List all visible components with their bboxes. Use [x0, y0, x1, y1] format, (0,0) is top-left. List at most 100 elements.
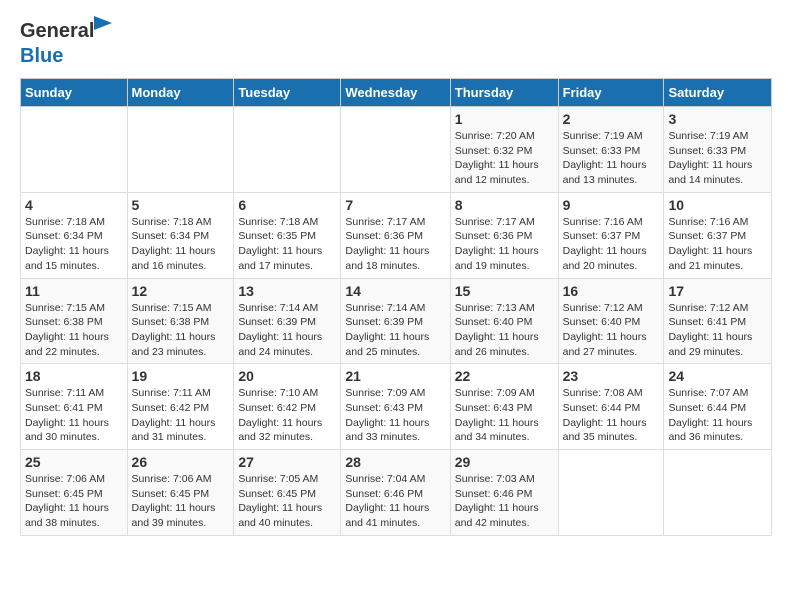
day-info: Sunrise: 7:18 AM Sunset: 6:34 PM Dayligh…	[132, 215, 230, 274]
day-info: Sunrise: 7:03 AM Sunset: 6:46 PM Dayligh…	[455, 472, 554, 531]
day-info: Sunrise: 7:05 AM Sunset: 6:45 PM Dayligh…	[238, 472, 336, 531]
day-number: 9	[563, 197, 660, 213]
day-number: 26	[132, 454, 230, 470]
logo-blue-text: Blue	[20, 45, 63, 67]
calendar-cell	[341, 107, 450, 193]
day-number: 23	[563, 368, 660, 384]
calendar-cell: 26 Sunrise: 7:06 AM Sunset: 6:45 PM Dayli…	[127, 450, 234, 536]
day-info: Sunrise: 7:12 AM Sunset: 6:41 PM Dayligh…	[668, 301, 767, 360]
day-info: Sunrise: 7:15 AM Sunset: 6:38 PM Dayligh…	[25, 301, 123, 360]
calendar-cell: 5 Sunrise: 7:18 AM Sunset: 6:34 PM Daylig…	[127, 192, 234, 278]
calendar-cell	[664, 450, 772, 536]
day-info: Sunrise: 7:18 AM Sunset: 6:35 PM Dayligh…	[238, 215, 336, 274]
calendar-cell	[21, 107, 128, 193]
calendar-week-3: 11 Sunrise: 7:15 AM Sunset: 6:38 PM Dayli…	[21, 278, 772, 364]
calendar-cell: 7Sunrise: 7:17 AM Sunset: 6:36 PM Daylig…	[341, 192, 450, 278]
column-header-wednesday: Wednesday	[341, 79, 450, 107]
day-number: 20	[238, 368, 336, 384]
day-number: 17	[668, 283, 767, 299]
day-number: 28	[345, 454, 445, 470]
day-number: 2	[563, 111, 660, 127]
calendar-cell: 25 Sunrise: 7:06 AM Sunset: 6:45 PM Dayli…	[21, 450, 128, 536]
day-info: Sunrise: 7:12 AM Sunset: 6:40 PM Dayligh…	[563, 301, 660, 360]
calendar-cell: 11 Sunrise: 7:15 AM Sunset: 6:38 PM Dayli…	[21, 278, 128, 364]
day-info: Sunrise: 7:06 AM Sunset: 6:45 PM Dayligh…	[132, 472, 230, 531]
calendar-cell: 17 Sunrise: 7:12 AM Sunset: 6:41 PM Dayli…	[664, 278, 772, 364]
calendar-cell	[558, 450, 664, 536]
logo: General Blue	[20, 20, 94, 68]
day-info: Sunrise: 7:20 AM Sunset: 6:32 PM Dayligh…	[455, 129, 554, 188]
day-info: Sunrise: 7:15 AM Sunset: 6:38 PM Dayligh…	[132, 301, 230, 360]
day-info: Sunrise: 7:08 AM Sunset: 6:44 PM Dayligh…	[563, 386, 660, 445]
day-info: Sunrise: 7:07 AM Sunset: 6:44 PM Dayligh…	[668, 386, 767, 445]
day-info: Sunrise: 7:17 AM Sunset: 6:36 PM Dayligh…	[455, 215, 554, 274]
calendar-cell	[234, 107, 341, 193]
day-number: 6	[238, 197, 336, 213]
day-info: Sunrise: 7:14 AM Sunset: 6:39 PM Dayligh…	[238, 301, 336, 360]
day-number: 21	[345, 368, 445, 384]
column-header-friday: Friday	[558, 79, 664, 107]
calendar-cell: 12 Sunrise: 7:15 AM Sunset: 6:38 PM Dayli…	[127, 278, 234, 364]
day-number: 5	[132, 197, 230, 213]
day-info: Sunrise: 7:18 AM Sunset: 6:34 PM Dayligh…	[25, 215, 123, 274]
calendar-week-2: 4 Sunrise: 7:18 AM Sunset: 6:34 PM Daylig…	[21, 192, 772, 278]
day-info: Sunrise: 7:19 AM Sunset: 6:33 PM Dayligh…	[563, 129, 660, 188]
calendar-cell: 14Sunrise: 7:14 AM Sunset: 6:39 PM Dayli…	[341, 278, 450, 364]
day-number: 4	[25, 197, 123, 213]
calendar-cell: 20 Sunrise: 7:10 AM Sunset: 6:42 PM Dayli…	[234, 364, 341, 450]
day-info: Sunrise: 7:09 AM Sunset: 6:43 PM Dayligh…	[455, 386, 554, 445]
column-header-thursday: Thursday	[450, 79, 558, 107]
calendar-week-4: 18 Sunrise: 7:11 AM Sunset: 6:41 PM Dayli…	[21, 364, 772, 450]
day-info: Sunrise: 7:16 AM Sunset: 6:37 PM Dayligh…	[563, 215, 660, 274]
day-info: Sunrise: 7:09 AM Sunset: 6:43 PM Dayligh…	[345, 386, 445, 445]
calendar-cell: 13 Sunrise: 7:14 AM Sunset: 6:39 PM Dayli…	[234, 278, 341, 364]
day-number: 13	[238, 283, 336, 299]
calendar-cell: 6 Sunrise: 7:18 AM Sunset: 6:35 PM Daylig…	[234, 192, 341, 278]
calendar-cell: 9 Sunrise: 7:16 AM Sunset: 6:37 PM Daylig…	[558, 192, 664, 278]
day-number: 10	[668, 197, 767, 213]
calendar-week-1: 1 Sunrise: 7:20 AM Sunset: 6:32 PM Daylig…	[21, 107, 772, 193]
day-number: 18	[25, 368, 123, 384]
day-number: 27	[238, 454, 336, 470]
calendar-cell	[127, 107, 234, 193]
logo-arrow-icon	[94, 16, 112, 30]
logo-general-text: General	[20, 20, 94, 42]
day-number: 15	[455, 283, 554, 299]
day-number: 22	[455, 368, 554, 384]
page-header: General Blue	[20, 20, 772, 68]
day-number: 1	[455, 111, 554, 127]
calendar-cell: 18 Sunrise: 7:11 AM Sunset: 6:41 PM Dayli…	[21, 364, 128, 450]
calendar-header-row: SundayMondayTuesdayWednesdayThursdayFrid…	[21, 79, 772, 107]
day-info: Sunrise: 7:16 AM Sunset: 6:37 PM Dayligh…	[668, 215, 767, 274]
day-number: 11	[25, 283, 123, 299]
calendar-cell: 28Sunrise: 7:04 AM Sunset: 6:46 PM Dayli…	[341, 450, 450, 536]
column-header-tuesday: Tuesday	[234, 79, 341, 107]
calendar-cell: 22 Sunrise: 7:09 AM Sunset: 6:43 PM Dayli…	[450, 364, 558, 450]
calendar-cell: 4 Sunrise: 7:18 AM Sunset: 6:34 PM Daylig…	[21, 192, 128, 278]
calendar-week-5: 25 Sunrise: 7:06 AM Sunset: 6:45 PM Dayli…	[21, 450, 772, 536]
day-number: 16	[563, 283, 660, 299]
calendar-cell: 19Sunrise: 7:11 AM Sunset: 6:42 PM Dayli…	[127, 364, 234, 450]
day-info: Sunrise: 7:10 AM Sunset: 6:42 PM Dayligh…	[238, 386, 336, 445]
day-number: 29	[455, 454, 554, 470]
day-number: 24	[668, 368, 767, 384]
calendar-cell: 15Sunrise: 7:13 AM Sunset: 6:40 PM Dayli…	[450, 278, 558, 364]
calendar-cell: 8Sunrise: 7:17 AM Sunset: 6:36 PM Daylig…	[450, 192, 558, 278]
calendar-cell: 29 Sunrise: 7:03 AM Sunset: 6:46 PM Dayli…	[450, 450, 558, 536]
calendar-cell: 2 Sunrise: 7:19 AM Sunset: 6:33 PM Daylig…	[558, 107, 664, 193]
day-number: 12	[132, 283, 230, 299]
day-number: 3	[668, 111, 767, 127]
day-number: 25	[25, 454, 123, 470]
calendar-cell: 23 Sunrise: 7:08 AM Sunset: 6:44 PM Dayli…	[558, 364, 664, 450]
day-info: Sunrise: 7:06 AM Sunset: 6:45 PM Dayligh…	[25, 472, 123, 531]
calendar-cell: 27 Sunrise: 7:05 AM Sunset: 6:45 PM Dayli…	[234, 450, 341, 536]
calendar-cell: 24 Sunrise: 7:07 AM Sunset: 6:44 PM Dayli…	[664, 364, 772, 450]
calendar-cell: 10 Sunrise: 7:16 AM Sunset: 6:37 PM Dayli…	[664, 192, 772, 278]
column-header-monday: Monday	[127, 79, 234, 107]
calendar-cell: 3Sunrise: 7:19 AM Sunset: 6:33 PM Daylig…	[664, 107, 772, 193]
day-info: Sunrise: 7:11 AM Sunset: 6:41 PM Dayligh…	[25, 386, 123, 445]
column-header-saturday: Saturday	[664, 79, 772, 107]
day-info: Sunrise: 7:17 AM Sunset: 6:36 PM Dayligh…	[345, 215, 445, 274]
day-info: Sunrise: 7:11 AM Sunset: 6:42 PM Dayligh…	[132, 386, 230, 445]
calendar-table: SundayMondayTuesdayWednesdayThursdayFrid…	[20, 78, 772, 536]
